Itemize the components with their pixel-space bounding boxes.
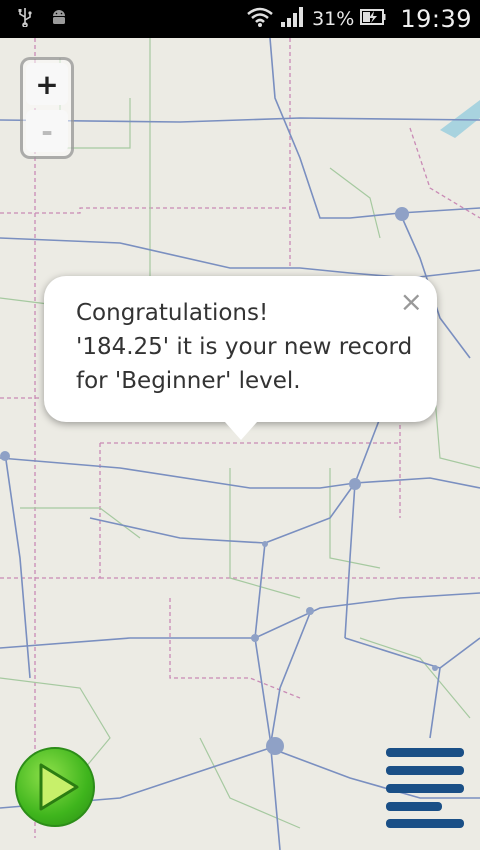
android-icon <box>50 8 68 30</box>
menu-icon <box>386 748 464 828</box>
play-button[interactable] <box>15 747 95 827</box>
popup-line-1: Congratulations! <box>76 300 269 326</box>
play-icon <box>39 763 79 811</box>
zoom-out-button[interactable]: - <box>26 110 68 152</box>
close-icon[interactable]: × <box>400 288 423 316</box>
zoom-control: + - <box>20 57 74 159</box>
status-bar: 31% 19:39 <box>0 0 480 38</box>
usb-icon <box>18 7 32 31</box>
record-popup: × Congratulations! '184.25' it is your n… <box>44 276 437 422</box>
popup-line-2: '184.25' it is your new record <box>76 334 413 360</box>
map-view[interactable] <box>0 38 480 850</box>
clock: 19:39 <box>400 5 472 33</box>
wifi-icon <box>246 6 274 32</box>
battery-icon <box>360 7 386 31</box>
map-tiles <box>0 38 480 850</box>
signal-icon <box>280 6 306 32</box>
popup-message: Congratulations! '184.25' it is your new… <box>76 296 413 398</box>
status-notifications <box>0 7 68 31</box>
zoom-in-button[interactable]: + <box>26 63 68 105</box>
popup-line-3: for 'Beginner' level. <box>76 368 301 394</box>
status-system: 31% 19:39 <box>246 0 472 38</box>
menu-button[interactable] <box>384 746 466 830</box>
battery-percent: 31% <box>312 8 355 30</box>
popup-pointer <box>225 422 257 440</box>
